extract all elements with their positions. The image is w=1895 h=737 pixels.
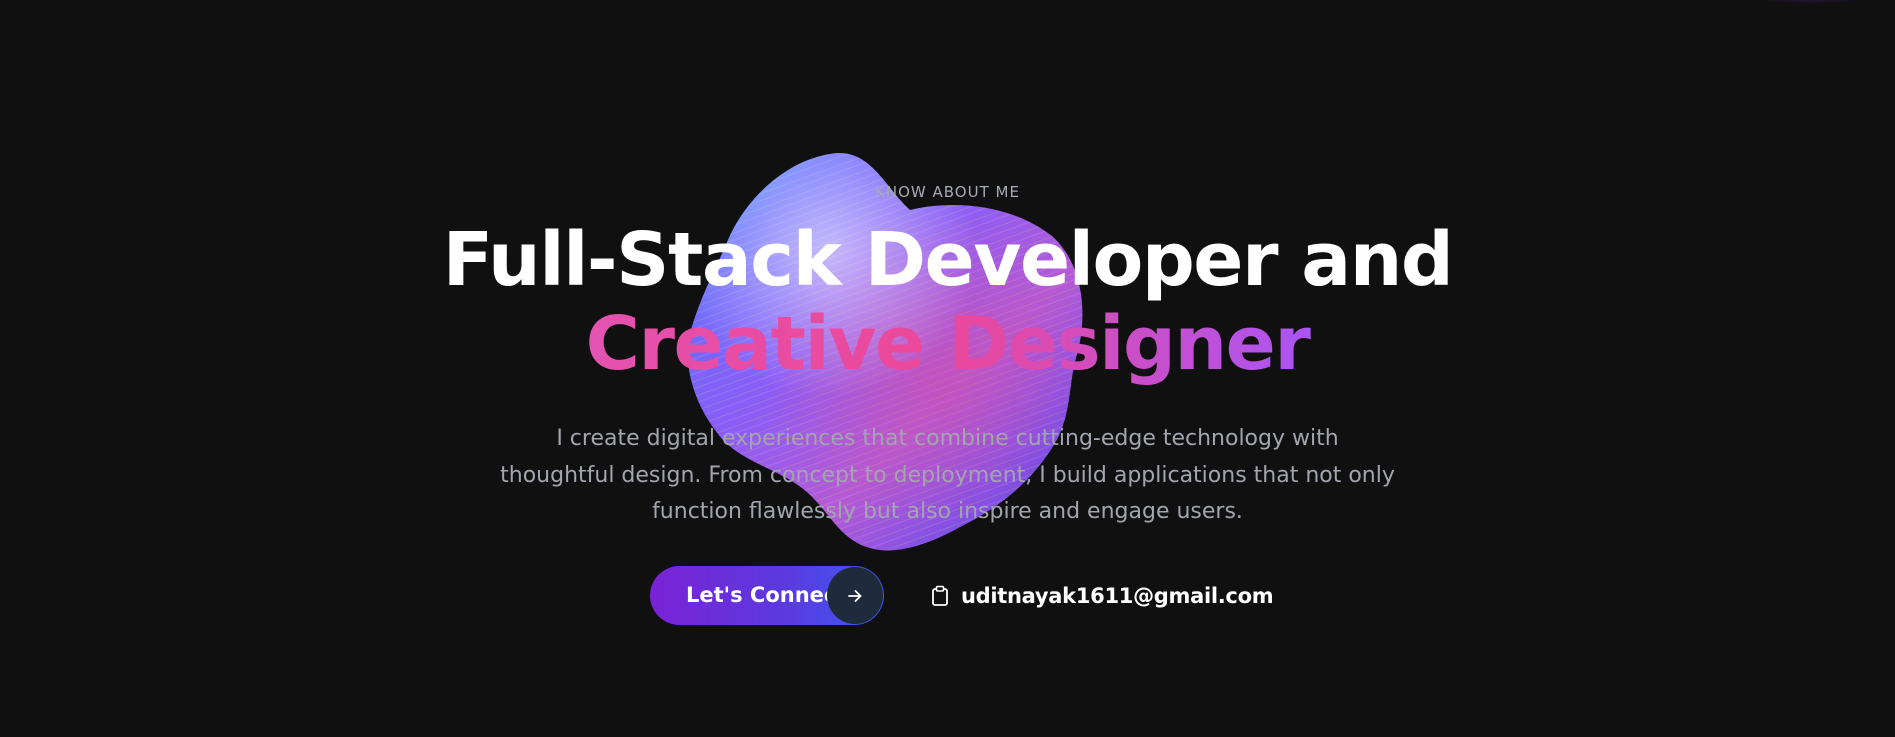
headline-line-2: Creative Designer <box>0 302 1895 386</box>
lets-connect-label: Let's Connect <box>686 583 847 607</box>
arrow-right-icon <box>827 567 883 624</box>
clipboard-icon <box>930 585 952 607</box>
page: KNOW ABOUT ME Full-Stack Developer and C… <box>0 0 1895 737</box>
section-eyebrow: KNOW ABOUT ME <box>875 183 1020 201</box>
headline-line-1: Full-Stack Developer and <box>442 217 1454 303</box>
hero-headline: Full-Stack Developer and Creative Design… <box>0 218 1895 386</box>
lets-connect-button[interactable]: Let's Connect <box>650 566 884 625</box>
hero-bio: I create digital experiences that combin… <box>500 426 1395 524</box>
cta-row: Let's Connect uditnayak1611@gmail.com <box>650 566 1290 626</box>
copy-email-link[interactable]: uditnayak1611@gmail.com <box>930 566 1274 625</box>
email-address: uditnayak1611@gmail.com <box>961 583 1274 608</box>
hero-section: KNOW ABOUT ME Full-Stack Developer and C… <box>0 0 1895 737</box>
